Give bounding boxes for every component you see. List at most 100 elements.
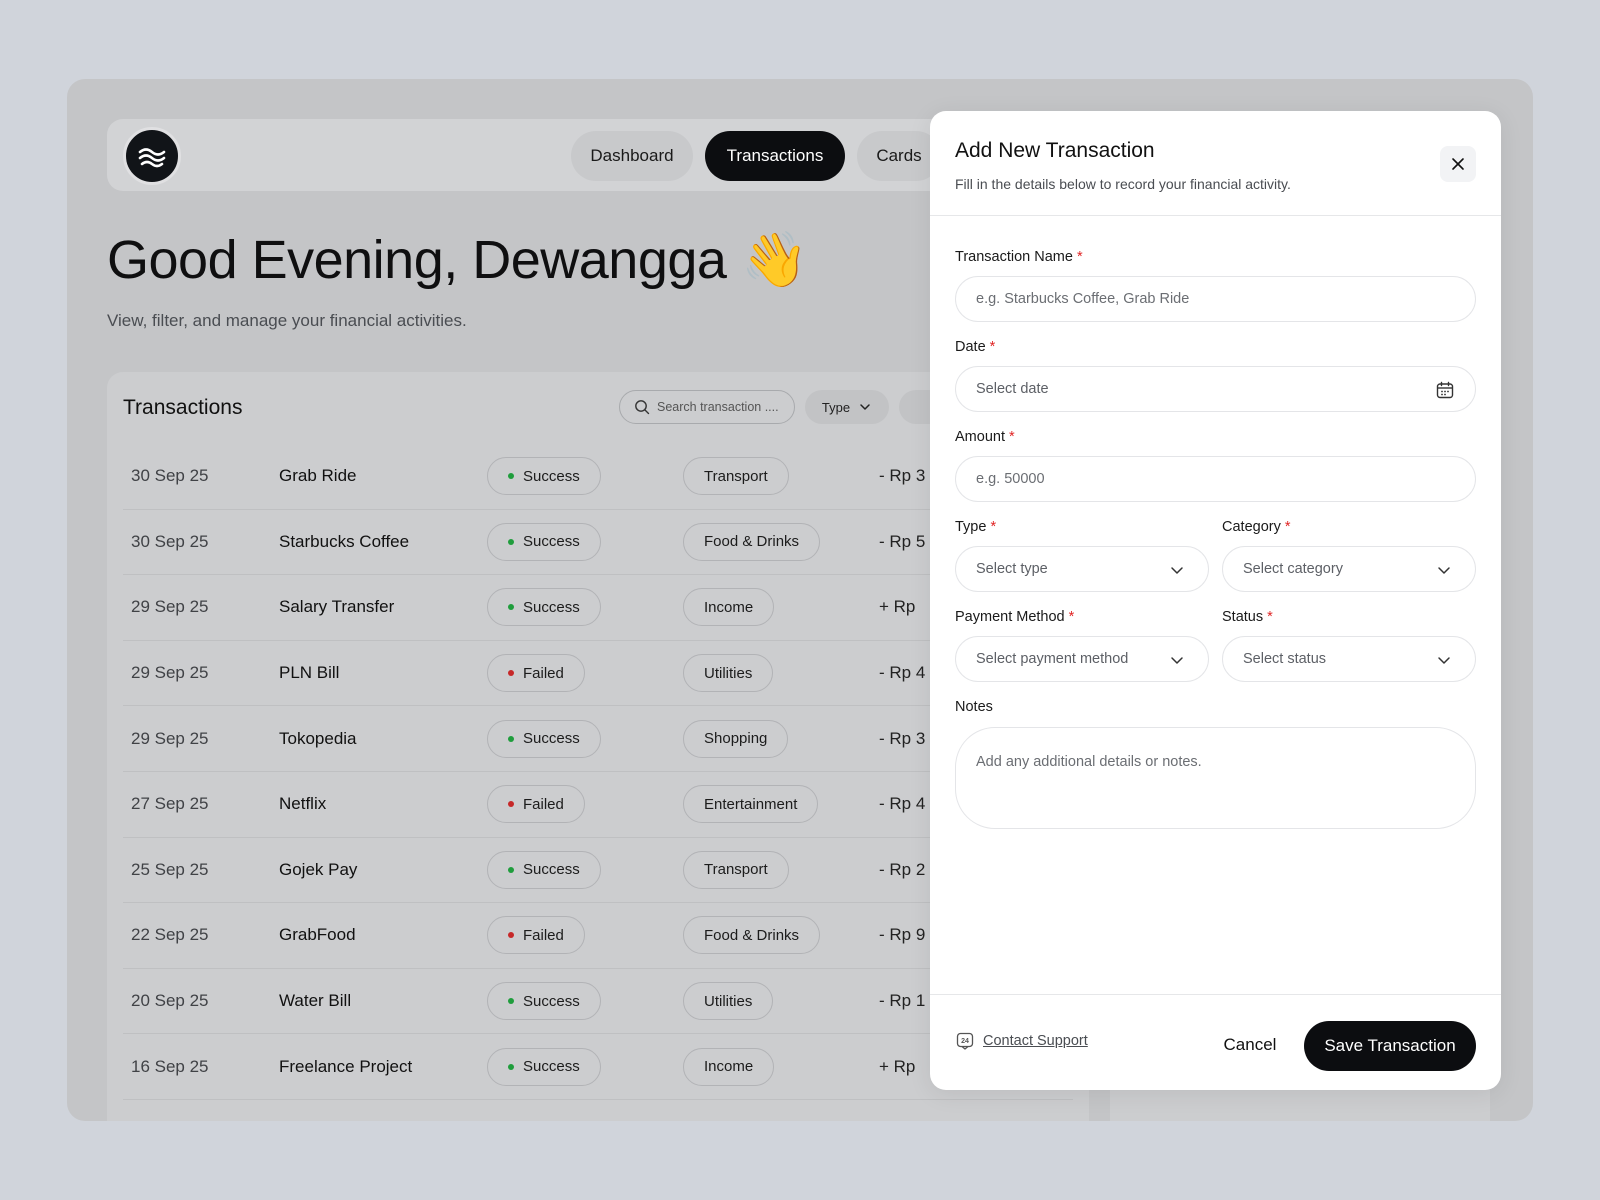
row-date: 16 Sep 25 xyxy=(131,1056,209,1076)
required-mark: * xyxy=(1008,429,1015,445)
waves-logo-icon xyxy=(138,148,166,168)
status-badge: Success xyxy=(487,850,601,889)
status-badge: Success xyxy=(487,982,601,1021)
row-date: 25 Sep 25 xyxy=(131,859,209,879)
label-text: Date xyxy=(955,339,986,355)
status-badge: Success xyxy=(487,522,601,561)
row-date: 29 Sep 25 xyxy=(131,663,209,683)
row-date: 30 Sep 25 xyxy=(131,531,209,551)
close-button[interactable] xyxy=(1440,146,1476,182)
add-transaction-modal: Add New Transaction Fill in the details … xyxy=(930,111,1501,1090)
status-dot xyxy=(508,998,514,1005)
notes-textarea[interactable] xyxy=(955,727,1476,829)
type-label: Type * xyxy=(955,519,996,535)
status-dot xyxy=(508,538,514,545)
label-text: Type xyxy=(955,519,987,535)
status-label: Success xyxy=(523,533,580,551)
row-amount: + Rp xyxy=(879,597,916,617)
category-select[interactable]: Select category xyxy=(1222,546,1476,592)
type-select[interactable]: Select type xyxy=(955,546,1209,592)
status-label: Failed xyxy=(523,795,564,813)
status-dot xyxy=(508,735,514,742)
transaction-name-input[interactable] xyxy=(955,276,1476,322)
page-greeting: Good Evening, Dewangga 👋 xyxy=(107,230,808,290)
category-badge: Food & Drinks xyxy=(683,522,821,561)
category-badge: Utilities xyxy=(683,654,774,693)
required-mark: * xyxy=(1068,609,1075,625)
tab-dashboard[interactable]: Dashboard xyxy=(571,131,693,181)
row-amount: - Rp 1 xyxy=(879,991,926,1011)
status-label: Success xyxy=(523,467,580,485)
row-amount: - Rp 9 xyxy=(879,925,926,945)
row-date: 30 Sep 25 xyxy=(131,466,209,486)
status-label: Failed xyxy=(523,926,564,944)
chevron-down-icon xyxy=(1171,567,1183,574)
status-dot xyxy=(508,670,514,677)
category-label: Category * xyxy=(1222,519,1291,535)
date-label: Date * xyxy=(955,339,995,355)
status-badge: Failed xyxy=(487,916,585,955)
row-date: 29 Sep 25 xyxy=(131,728,209,748)
transactions-title: Transactions xyxy=(123,396,243,419)
chevron-down-icon xyxy=(1171,657,1183,664)
app-logo[interactable] xyxy=(123,127,181,185)
search-input[interactable]: Search transaction .... xyxy=(619,390,795,424)
chevron-down-icon xyxy=(1438,567,1450,574)
notes-label: Notes xyxy=(955,699,993,715)
status-dot xyxy=(508,473,514,480)
tab-transactions[interactable]: Transactions xyxy=(705,131,845,181)
required-mark: * xyxy=(989,339,996,355)
status-badge: Failed xyxy=(487,654,585,693)
modal-header-divider xyxy=(930,215,1501,216)
status-select[interactable]: Select status xyxy=(1222,636,1476,682)
status-label: Success xyxy=(523,598,580,616)
modal-subtitle: Fill in the details below to record your… xyxy=(955,176,1291,192)
payment-method-select[interactable]: Select payment method xyxy=(955,636,1209,682)
type-filter-button[interactable]: Type xyxy=(805,390,889,424)
amount-label: Amount * xyxy=(955,429,1015,445)
label-text: Payment Method xyxy=(955,609,1065,625)
required-mark: * xyxy=(1267,609,1273,625)
row-amount: - Rp 4 xyxy=(879,663,926,683)
cancel-button[interactable]: Cancel xyxy=(1210,1021,1290,1069)
contact-support-link[interactable]: 24 Contact Support xyxy=(955,1031,1088,1051)
row-date: 29 Sep 25 xyxy=(131,597,209,617)
row-amount: - Rp 4 xyxy=(879,794,926,814)
payment-method-placeholder: Select payment method xyxy=(976,651,1129,667)
row-name: Water Bill xyxy=(279,991,352,1011)
row-amount: - Rp 5 xyxy=(879,531,926,551)
tab-cards[interactable]: Cards xyxy=(857,131,941,181)
chevron-down-icon xyxy=(860,404,870,410)
support-link-label: Contact Support xyxy=(983,1033,1088,1049)
row-name: Freelance Project xyxy=(279,1056,413,1076)
close-icon xyxy=(1452,158,1464,170)
status-badge: Success xyxy=(487,457,601,496)
row-amount: - Rp 2 xyxy=(879,859,926,879)
status-placeholder: Select status xyxy=(1243,651,1327,667)
status-badge: Success xyxy=(487,719,601,758)
date-picker[interactable]: Select date xyxy=(955,366,1476,412)
status-label: Status * xyxy=(1222,609,1273,625)
category-placeholder: Select category xyxy=(1243,561,1343,577)
status-badge: Success xyxy=(487,1047,601,1086)
save-transaction-button[interactable]: Save Transaction xyxy=(1304,1021,1476,1071)
label-text: Amount xyxy=(955,429,1005,445)
category-badge: Transport xyxy=(683,457,789,496)
label-text: Category xyxy=(1222,519,1281,535)
category-badge: Entertainment xyxy=(683,785,819,824)
status-dot xyxy=(508,801,514,808)
row-name: Tokopedia xyxy=(279,728,357,748)
category-badge: Shopping xyxy=(683,719,789,758)
type-placeholder: Select type xyxy=(976,561,1048,577)
status-label: Success xyxy=(523,1058,580,1076)
category-badge: Food & Drinks xyxy=(683,916,821,955)
status-dot xyxy=(508,932,514,939)
required-mark: * xyxy=(1076,249,1083,265)
category-badge: Income xyxy=(683,588,775,627)
payment-method-label: Payment Method * xyxy=(955,609,1074,625)
row-date: 22 Sep 25 xyxy=(131,925,209,945)
status-badge: Failed xyxy=(487,785,585,824)
row-name: Gojek Pay xyxy=(279,859,358,879)
status-dot xyxy=(508,866,514,873)
amount-input[interactable] xyxy=(955,456,1476,502)
